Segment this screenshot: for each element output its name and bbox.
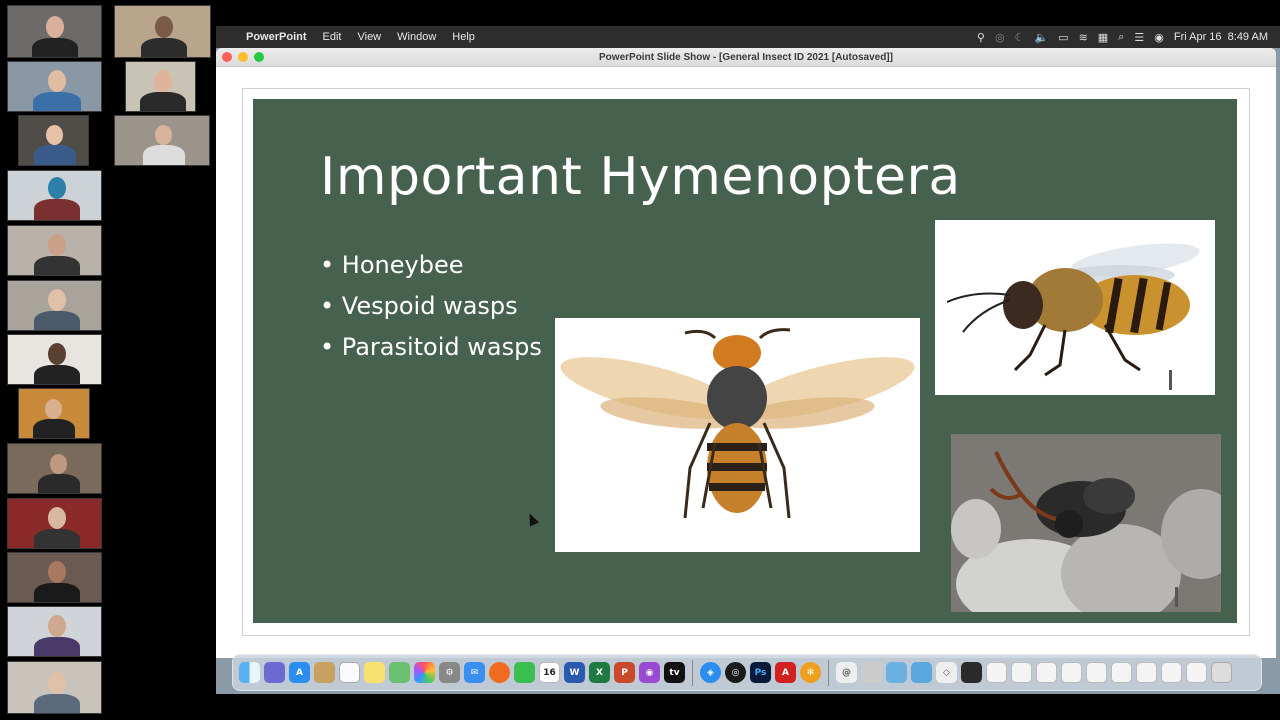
participant-video[interactable]: [7, 498, 102, 549]
menu-view[interactable]: View: [349, 31, 389, 43]
notes-icon[interactable]: [364, 662, 385, 683]
hornet-photo: [555, 318, 920, 552]
phone-icon[interactable]: [961, 662, 982, 683]
reminders-icon[interactable]: [339, 662, 360, 683]
bullet-item: Vespoid wasps: [320, 292, 542, 333]
maps-icon[interactable]: [389, 662, 410, 683]
menu-clock[interactable]: Fri Apr 16 8:49 AM: [1174, 31, 1268, 43]
zoom-icon[interactable]: [254, 52, 264, 62]
acrobat-icon[interactable]: A: [775, 662, 796, 683]
photos-icon[interactable]: [414, 662, 435, 683]
calendar-icon[interactable]: 16: [539, 662, 560, 683]
participant-video[interactable]: [7, 225, 102, 276]
window-controls: [222, 52, 264, 62]
participant-video[interactable]: [18, 115, 89, 166]
slide-title: Important Hymenoptera: [320, 147, 961, 207]
photoshop-icon[interactable]: Ps: [750, 662, 771, 683]
powerpoint-icon[interactable]: P: [614, 662, 635, 683]
minimize-icon[interactable]: [238, 52, 248, 62]
oregon-agriculture-logo: [1175, 587, 1215, 607]
folder-icon[interactable]: [911, 662, 932, 683]
wifi-icon[interactable]: ≋: [1079, 31, 1088, 44]
document-thumbnail[interactable]: [1036, 662, 1057, 683]
folder-icon[interactable]: [886, 662, 907, 683]
participant-video[interactable]: [7, 552, 102, 603]
window-title: PowerPoint Slide Show - [General Insect …: [599, 52, 893, 63]
mac-menu-bar: PowerPoint Edit View Window Help ⚲ ◎ ☾ 🔈…: [216, 26, 1280, 48]
participant-video[interactable]: [114, 5, 211, 58]
participant-video[interactable]: [7, 443, 102, 494]
calendar-day: 16: [543, 667, 556, 678]
slide-bullets: Honeybee Vespoid wasps Parasitoid wasps: [320, 251, 542, 374]
bullet-item: Honeybee: [320, 251, 542, 292]
trash-icon[interactable]: [1211, 662, 1232, 683]
finder-icon[interactable]: [239, 662, 260, 683]
app-icon[interactable]: ✻: [800, 662, 821, 683]
document-thumbnail[interactable]: [1161, 662, 1182, 683]
menu-window[interactable]: Window: [389, 31, 444, 43]
participant-video[interactable]: [18, 388, 90, 439]
compass-icon[interactable]: ◇: [936, 662, 957, 683]
at-icon[interactable]: @: [836, 662, 857, 683]
document-thumbnail[interactable]: [1186, 662, 1207, 683]
launchpad-icon[interactable]: [264, 662, 285, 683]
podcasts-icon[interactable]: ◉: [639, 662, 660, 683]
volume-icon[interactable]: 🔈: [1034, 31, 1048, 44]
dock-separator: [828, 659, 829, 686]
folder-app-icon[interactable]: [314, 662, 335, 683]
participant-video[interactable]: [7, 661, 102, 714]
binoculars-icon[interactable]: ⚲: [977, 31, 985, 44]
bullet-item: Parasitoid wasps: [320, 333, 542, 374]
zoom-participant-gallery: [0, 0, 216, 720]
participant-video[interactable]: [7, 280, 102, 331]
parasitoid-wasp-photo: [951, 434, 1221, 612]
oregon-agriculture-logo: [1169, 370, 1209, 390]
honeybee-photo: [935, 220, 1215, 395]
safari-icon[interactable]: ◈: [700, 662, 721, 683]
system-preferences-icon[interactable]: ⚙: [439, 662, 460, 683]
zoom-app-icon[interactable]: ◎: [725, 662, 746, 683]
preview-icon[interactable]: [861, 662, 882, 683]
search-icon[interactable]: ⌕: [1118, 30, 1124, 44]
document-thumbnail[interactable]: [1086, 662, 1107, 683]
menu-extras: ⚲ ◎ ☾ 🔈 ▭ ≋ ▦ ⌕ ☰ ◉ Fri Apr 16 8:49 AM: [977, 30, 1280, 44]
dock-separator: [692, 659, 693, 686]
participant-video[interactable]: [7, 334, 102, 385]
keyboard-icon[interactable]: ▦: [1098, 31, 1108, 44]
app-store-icon[interactable]: A: [289, 662, 310, 683]
menu-edit[interactable]: Edit: [315, 31, 350, 43]
participant-video[interactable]: [7, 606, 102, 657]
document-thumbnail[interactable]: [1136, 662, 1157, 683]
battery-icon[interactable]: ▭: [1058, 31, 1068, 44]
moon-icon[interactable]: ☾: [1015, 31, 1025, 44]
participant-video[interactable]: [7, 170, 102, 221]
document-thumbnail[interactable]: [1011, 662, 1032, 683]
creative-cloud-icon[interactable]: ◎: [995, 31, 1005, 44]
document-thumbnail[interactable]: [1111, 662, 1132, 683]
tv-icon[interactable]: tv: [664, 662, 685, 683]
control-center-icon[interactable]: ☰: [1134, 31, 1144, 44]
screen: PowerPoint Edit View Window Help ⚲ ◎ ☾ 🔈…: [0, 0, 1280, 720]
menu-app-name[interactable]: PowerPoint: [238, 31, 315, 43]
window-title-bar[interactable]: PowerPoint Slide Show - [General Insect …: [216, 48, 1276, 67]
participant-video[interactable]: [114, 115, 210, 166]
slide-stage: Important Hymenoptera Honeybee Vespoid w…: [216, 67, 1276, 658]
firefox-icon[interactable]: [489, 662, 510, 683]
participant-video[interactable]: [7, 5, 102, 58]
mail-icon[interactable]: ✉: [464, 662, 485, 683]
participant-video[interactable]: [7, 61, 102, 112]
siri-icon[interactable]: ◉: [1154, 31, 1164, 44]
menu-help[interactable]: Help: [444, 31, 483, 43]
document-thumbnail[interactable]: [1061, 662, 1082, 683]
excel-icon[interactable]: X: [589, 662, 610, 683]
mac-dock: A ⚙ ✉ 16 W X P ◉ tv ◈ ◎ Ps A ✻ @ ◇: [232, 654, 1262, 691]
document-thumbnail[interactable]: [986, 662, 1007, 683]
close-icon[interactable]: [222, 52, 232, 62]
participant-video[interactable]: [125, 61, 196, 112]
messages-icon[interactable]: [514, 662, 535, 683]
slide[interactable]: Important Hymenoptera Honeybee Vespoid w…: [253, 99, 1237, 623]
slideshow-window: PowerPoint Slide Show - [General Insect …: [216, 48, 1276, 658]
word-icon[interactable]: W: [564, 662, 585, 683]
